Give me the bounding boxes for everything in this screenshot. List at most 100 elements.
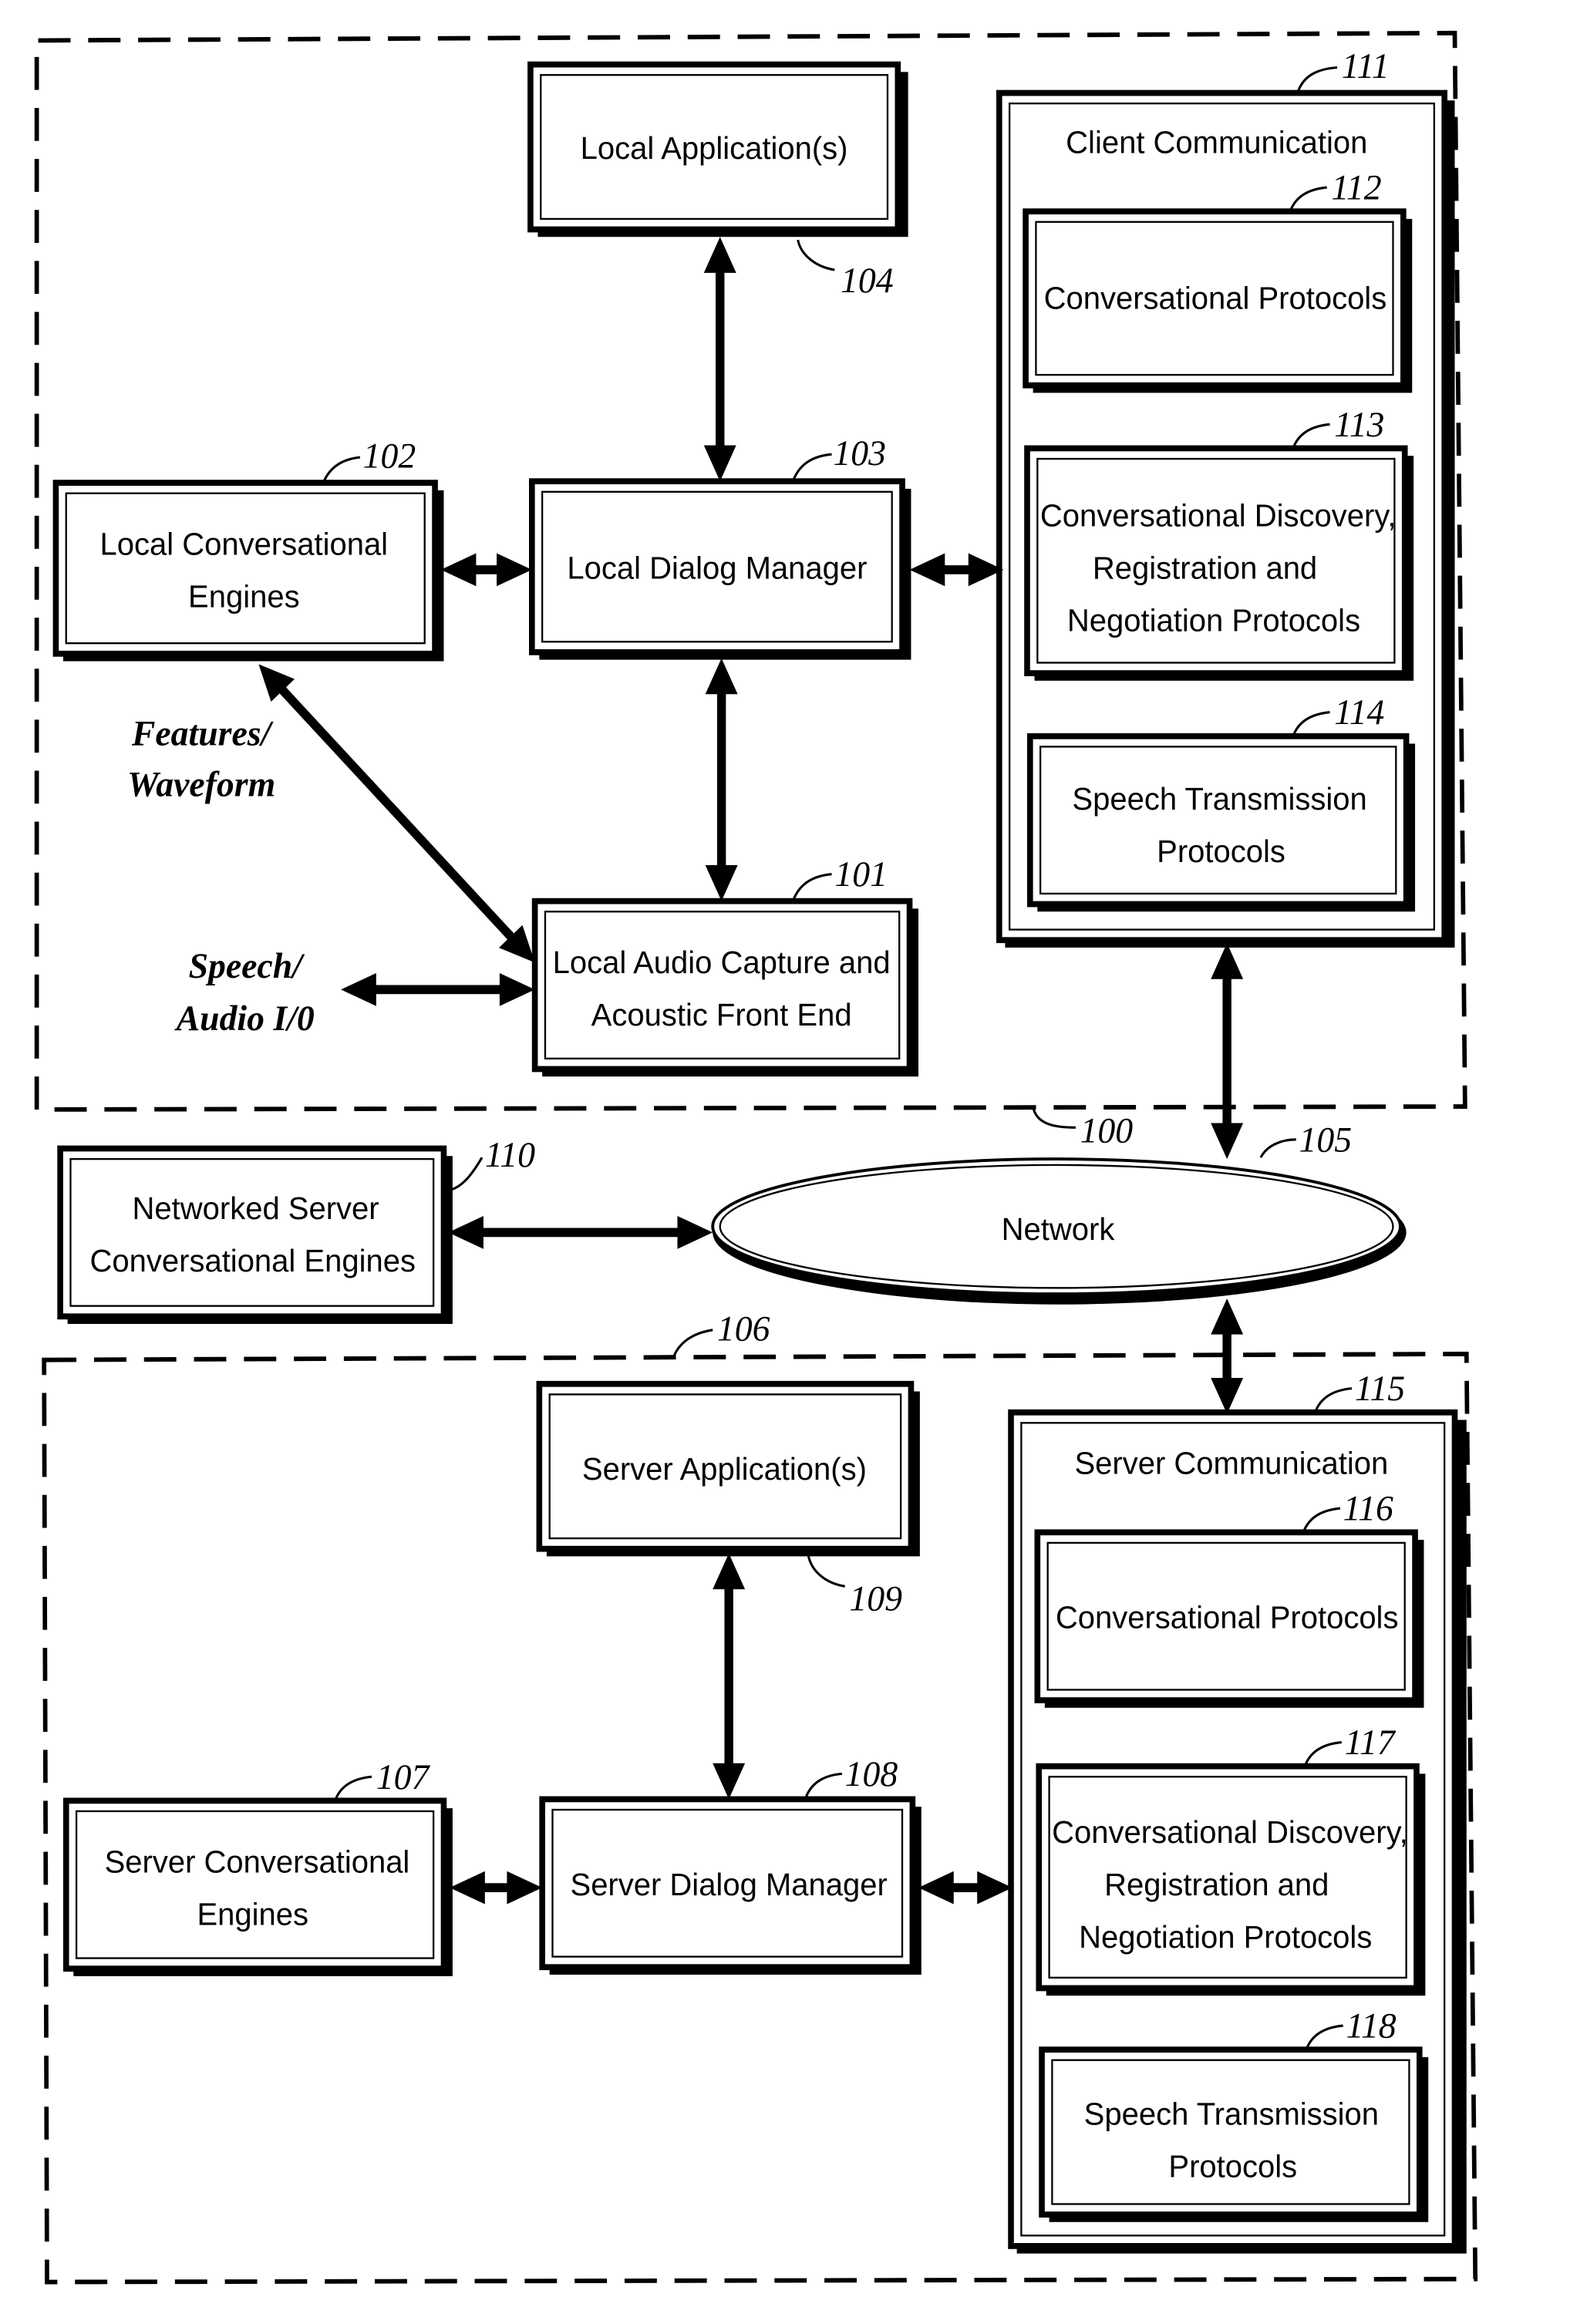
ref-label-102: 102 xyxy=(363,436,416,476)
arrow-dialog-manager-to-server-comm xyxy=(918,1871,1013,1905)
server-discovery-protocols-label-line1: Conversational Discovery, xyxy=(1052,1814,1408,1849)
ref-110: 110 xyxy=(447,1134,535,1192)
ref-label-111: 111 xyxy=(1342,46,1390,86)
arrowhead xyxy=(713,1553,746,1590)
ref-108: 108 xyxy=(804,1754,898,1800)
ref-107: 107 xyxy=(334,1756,430,1801)
speech-audio-io-annotation: Speech/ Audio I/0 xyxy=(174,945,315,1038)
ref-label-112: 112 xyxy=(1331,167,1381,207)
server-conversational-protocols-label: Conversational Protocols xyxy=(1056,1599,1399,1635)
ref-label-108: 108 xyxy=(845,1754,898,1794)
client-discovery-protocols-label-line3: Negotiation Protocols xyxy=(1067,602,1360,638)
arrowhead xyxy=(705,658,738,695)
ref-103: 103 xyxy=(792,433,886,480)
arrowhead xyxy=(677,1216,713,1249)
arrowhead xyxy=(450,1871,485,1905)
networked-server-engines-block[interactable]: Networked Server Conversational Engines xyxy=(57,1145,453,1325)
ref-label-106: 106 xyxy=(717,1309,770,1349)
server-discovery-protocols-label-line3: Negotiation Protocols xyxy=(1079,1919,1372,1955)
arrowhead xyxy=(703,237,736,273)
client-conversational-protocols-label: Conversational Protocols xyxy=(1044,280,1387,315)
network-node[interactable]: Network xyxy=(711,1157,1407,1305)
server-speech-transmission-block[interactable]: Speech Transmission Protocols xyxy=(1039,2046,1429,2222)
client-conversational-protocols-block[interactable]: Conversational Protocols xyxy=(1023,208,1413,393)
server-applications-block[interactable]: Server Application(s) xyxy=(536,1380,920,1557)
features-label: Features/ xyxy=(131,713,274,753)
server-speech-transmission-label-line1: Speech Transmission xyxy=(1084,2096,1379,2131)
network-label: Network xyxy=(1002,1211,1115,1247)
arrow-shaft xyxy=(273,680,521,946)
ref-115: 115 xyxy=(1314,1369,1405,1413)
local-conversational-engines-block[interactable]: Local Conversational Engines xyxy=(52,480,444,662)
arrow-dialog-manager-to-audio-capture xyxy=(705,658,738,901)
local-applications-label: Local Application(s) xyxy=(581,130,848,166)
server-conversational-engines-label-line2: Engines xyxy=(197,1896,308,1932)
ref-label-107: 107 xyxy=(376,1756,430,1797)
arrowhead xyxy=(977,1871,1013,1905)
local-conversational-engines-label-line1: Local Conversational xyxy=(100,526,389,561)
audio-io-label: Audio I/0 xyxy=(174,998,315,1038)
client-discovery-protocols-label-line2: Registration and xyxy=(1093,550,1317,585)
networked-server-engines-label-line2: Conversational Engines xyxy=(90,1243,416,1278)
ref-label-110: 110 xyxy=(485,1134,535,1174)
arrowhead xyxy=(1211,1123,1244,1160)
arrowhead xyxy=(713,1763,746,1800)
networked-server-engines-label-line1: Networked Server xyxy=(133,1191,379,1226)
ref-label-103: 103 xyxy=(833,433,886,473)
ref-106: 106 xyxy=(672,1309,770,1359)
ref-label-109: 109 xyxy=(849,1578,902,1618)
server-conversational-engines-block[interactable]: Server Conversational Engines xyxy=(62,1797,453,1976)
arrow-speech-io-to-audio-capture xyxy=(341,972,535,1006)
arrowhead xyxy=(909,553,945,587)
ref-label-118: 118 xyxy=(1346,2006,1396,2046)
server-discovery-protocols-block[interactable]: Conversational Discovery, Registration a… xyxy=(1036,1763,1426,1996)
arrowhead xyxy=(507,1871,543,1905)
server-discovery-protocols-label-line2: Registration and xyxy=(1104,1866,1329,1901)
features-waveform-annotation: Features/ Waveform xyxy=(127,713,275,804)
local-dialog-manager-label: Local Dialog Manager xyxy=(567,550,867,585)
server-communication-label: Server Communication xyxy=(1074,1445,1388,1480)
arrowhead xyxy=(1211,943,1244,979)
server-dialog-manager-label: Server Dialog Manager xyxy=(571,1866,888,1901)
local-applications-block[interactable]: Local Application(s) xyxy=(527,61,908,237)
ref-label-101: 101 xyxy=(834,854,888,894)
local-dialog-manager-block[interactable]: Local Dialog Manager xyxy=(529,478,911,660)
arrow-networked-engines-to-network xyxy=(448,1216,713,1249)
arrowhead xyxy=(918,1871,954,1905)
client-speech-transmission-block[interactable]: Speech Transmission Protocols xyxy=(1026,733,1416,912)
server-conversational-protocols-block[interactable]: Conversational Protocols xyxy=(1034,1529,1424,1708)
arrow-local-app-to-dialog-manager xyxy=(703,237,736,482)
client-speech-transmission-label-line1: Speech Transmission xyxy=(1072,781,1366,817)
client-discovery-protocols-block[interactable]: Conversational Discovery, Registration a… xyxy=(1024,445,1414,681)
ref-111: 111 xyxy=(1296,46,1390,94)
client-discovery-protocols-label-line1: Conversational Discovery, xyxy=(1040,497,1397,533)
local-audio-capture-label-line2: Acoustic Front End xyxy=(591,997,852,1032)
system-block-diagram: 100 Local Application(s) 104 Local Dialo… xyxy=(34,30,1478,2285)
arrowhead xyxy=(705,864,738,901)
arrow-server-engines-to-dialog-manager xyxy=(450,1871,543,1905)
server-conversational-engines-label-line1: Server Conversational xyxy=(105,1844,410,1879)
ref-label-117: 117 xyxy=(1345,1723,1397,1763)
server-dialog-manager-block[interactable]: Server Dialog Manager xyxy=(539,1796,922,1975)
ref-101: 101 xyxy=(792,854,888,901)
arrowhead xyxy=(1211,1378,1244,1414)
ref-label-104: 104 xyxy=(841,261,894,301)
arrowhead xyxy=(497,553,532,587)
ref-label-116: 116 xyxy=(1343,1488,1393,1528)
server-speech-transmission-label-line2: Protocols xyxy=(1168,2148,1297,2184)
arrowhead xyxy=(440,553,477,587)
local-audio-capture-label-line1: Local Audio Capture and xyxy=(553,945,891,980)
local-conversational-engines-label-line2: Engines xyxy=(188,578,300,614)
local-audio-capture-block[interactable]: Local Audio Capture and Acoustic Front E… xyxy=(531,898,918,1077)
arrow-client-comm-to-network xyxy=(1211,943,1244,1160)
arrow-engines-to-dialog-manager xyxy=(440,553,532,587)
client-speech-transmission-label-line2: Protocols xyxy=(1157,834,1285,869)
ref-100: 100 xyxy=(1032,1106,1133,1150)
arrow-engines-to-audio-capture xyxy=(258,664,535,963)
ref-109: 109 xyxy=(807,1554,902,1618)
ref-label-114: 114 xyxy=(1334,692,1384,733)
arrow-server-app-to-dialog-manager xyxy=(713,1553,746,1800)
arrowhead xyxy=(499,972,535,1006)
speech-label: Speech/ xyxy=(189,945,305,985)
arrowhead xyxy=(448,1216,484,1249)
